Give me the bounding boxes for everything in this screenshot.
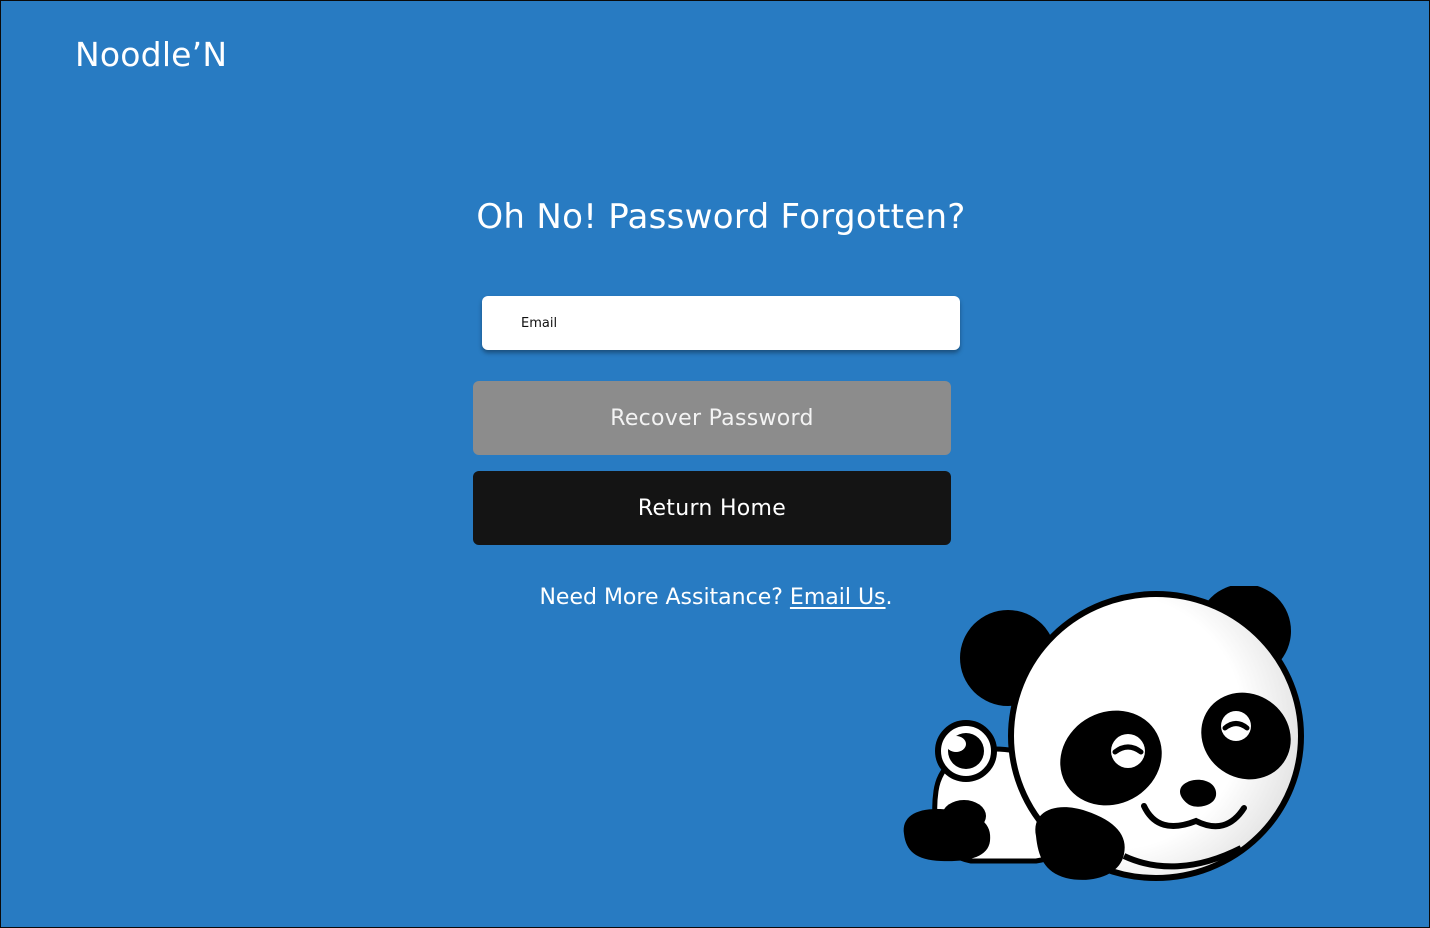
help-suffix: . <box>885 585 893 610</box>
email-us-link[interactable]: Email Us <box>790 585 886 610</box>
page-title-text: Oh No! Password Forgotten? <box>476 197 966 237</box>
return-home-button[interactable]: Return Home <box>473 471 951 545</box>
email-field[interactable] <box>482 296 960 350</box>
brand-logo[interactable]: Noodle’N <box>75 35 227 74</box>
page-title: Oh No! Password Forgotten? <box>1 197 1429 237</box>
recover-password-button[interactable]: Recover Password <box>473 381 951 455</box>
forgot-password-page: Noodle’N Oh No! Password Forgotten? Reco… <box>1 1 1429 927</box>
panda-mascot-icon <box>903 586 1304 881</box>
help-prefix: Need More Assitance? <box>539 585 790 610</box>
